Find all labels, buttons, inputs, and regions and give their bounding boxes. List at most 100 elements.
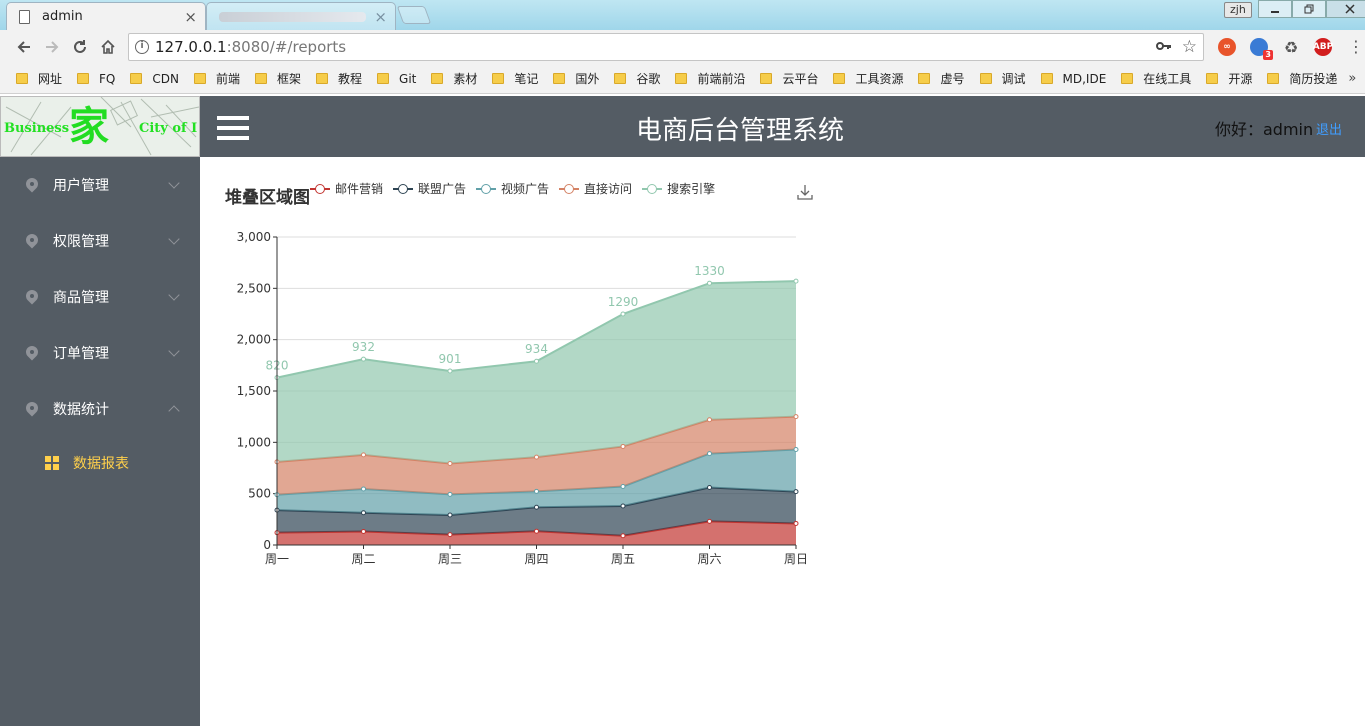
bookmark-folder[interactable]: 前端 [193, 70, 240, 87]
bookmark-folder[interactable]: CDN [130, 72, 179, 86]
reload-icon [74, 40, 86, 53]
home-icon [101, 39, 115, 54]
bookmark-folder[interactable]: 调试 [979, 70, 1026, 87]
logout-link[interactable]: 退出 [1316, 119, 1342, 138]
bookmark-folder[interactable]: 素材 [431, 70, 477, 87]
logo: Business 家 City of I [0, 96, 200, 157]
folder-icon [675, 73, 688, 84]
legend-item[interactable]: 联盟广告 [393, 180, 466, 197]
logo-text-right: City of I [139, 121, 198, 136]
bookmark-folder[interactable]: Git [377, 72, 416, 86]
data-point [534, 504, 539, 510]
data-point [707, 518, 712, 524]
bookmark-folder[interactable]: 开源 [1206, 70, 1252, 87]
key-icon[interactable] [1155, 39, 1172, 55]
folder-icon [1267, 73, 1280, 84]
address-bar[interactable]: i 127.0.0.1 :8080/#/reports ☆ [128, 33, 1204, 61]
menu-toggle-button[interactable] [217, 116, 249, 140]
arrow-right-icon [46, 41, 59, 53]
info-icon[interactable]: i [135, 40, 149, 54]
data-point [447, 368, 453, 374]
bookmark-folder[interactable]: FQ [77, 72, 115, 86]
bookmark-folder[interactable]: 框架 [255, 70, 301, 87]
minimize-button[interactable] [1258, 0, 1292, 18]
chevron-down-icon [168, 233, 180, 245]
bookmark-label: 教程 [338, 72, 363, 86]
legend-item[interactable]: 搜索引擎 [642, 180, 715, 197]
location-pin-icon [25, 178, 39, 192]
restore-button[interactable] [1292, 0, 1326, 18]
tab-close-icon[interactable]: × [374, 8, 387, 26]
extension-infinity-icon[interactable]: ∞ [1218, 38, 1236, 56]
y-tick-label: 2,000 [237, 333, 271, 347]
folder-icon [77, 73, 90, 84]
extension-recycle-icon[interactable]: ♻ [1282, 38, 1300, 57]
browser-tab-active[interactable]: admin × [6, 2, 206, 30]
folder-icon [979, 73, 992, 84]
legend-item[interactable]: 视频广告 [476, 180, 549, 197]
sidebar-item-permissions[interactable]: 权限管理 [0, 213, 200, 269]
bookmark-folder[interactable]: 教程 [316, 70, 362, 87]
data-label: 934 [525, 342, 548, 356]
sidebar-item-users[interactable]: 用户管理 [0, 157, 200, 213]
bookmark-folder[interactable]: 简历投递 [1267, 70, 1337, 87]
bookmark-folder[interactable]: 虚号 [918, 70, 965, 87]
bookmark-folder[interactable]: MD,IDE [1040, 72, 1106, 86]
data-point [793, 278, 799, 284]
url-path: :8080/#/reports [226, 38, 347, 56]
data-label: 932 [352, 340, 375, 354]
minimize-icon [1271, 11, 1279, 13]
bookmark-label: Git [399, 71, 417, 86]
bookmark-folder[interactable]: 谷歌 [614, 70, 660, 87]
blurred-tab-title [219, 11, 367, 22]
bookmark-folder[interactable]: 工具资源 [833, 70, 903, 87]
sidebar-item-label: 订单管理 [53, 346, 109, 362]
bookmark-folder[interactable]: 笔记 [492, 70, 538, 87]
browser-tab-inactive[interactable]: × [206, 2, 396, 30]
profile-badge[interactable]: zjh [1224, 2, 1252, 18]
bookmark-folder[interactable]: 网址 [16, 70, 62, 87]
legend-item[interactable]: 直接访问 [559, 180, 632, 197]
data-point [361, 510, 366, 516]
folder-icon [316, 73, 329, 84]
bookmark-folder[interactable]: 在线工具 [1121, 70, 1191, 87]
legend-item[interactable]: 邮件营销 [310, 180, 383, 197]
data-point [620, 503, 626, 509]
back-button[interactable] [10, 33, 38, 61]
location-pin-icon [25, 290, 39, 304]
tab-close-icon[interactable]: × [184, 8, 197, 26]
sidebar-item-statistics[interactable]: 数据统计 [0, 381, 200, 437]
data-point [361, 486, 366, 492]
sidebar-subitem-reports[interactable]: 数据报表 [0, 435, 200, 491]
browser-menu-icon[interactable]: ⋮ [1348, 39, 1364, 55]
sidebar: 用户管理 权限管理 商品管理 订单管理 数据统计 数据报表 [0, 157, 200, 726]
reload-button[interactable] [66, 33, 94, 61]
bookmarks-overflow-icon[interactable]: » [1348, 71, 1356, 86]
bookmark-folder[interactable]: 国外 [553, 70, 599, 87]
sidebar-item-orders[interactable]: 订单管理 [0, 325, 200, 381]
forward-button[interactable] [38, 33, 66, 61]
bookmark-label: CDN [152, 71, 179, 86]
legend-marker [642, 183, 663, 195]
extension-globe-icon[interactable]: 3 [1250, 38, 1273, 60]
bookmark-label: 谷歌 [636, 72, 661, 86]
download-icon[interactable] [797, 184, 813, 200]
extension-adblock-icon[interactable]: ABP [1313, 38, 1333, 56]
data-point [361, 452, 366, 458]
bookmark-folder[interactable]: 前端前沿 [675, 70, 745, 87]
sidebar-item-goods[interactable]: 商品管理 [0, 269, 200, 325]
sidebar-subitem-label: 数据报表 [73, 456, 129, 472]
bookmark-label: 简历投递 [1289, 72, 1338, 86]
main-content: 堆叠区域图 邮件营销 联盟广告 视频广告 直接访问 搜索引擎 0 500 1,000 1,50… [200, 157, 1365, 726]
bookmark-star-icon[interactable]: ☆ [1182, 37, 1197, 57]
data-point [620, 533, 626, 539]
y-tick-label: 1,000 [237, 435, 271, 449]
bookmark-folder[interactable]: 云平台 [760, 70, 818, 87]
new-tab-button[interactable] [396, 6, 432, 24]
folder-icon [833, 73, 846, 84]
close-window-button[interactable] [1326, 0, 1365, 18]
folder-icon [553, 73, 566, 84]
x-tick-label: 周二 [351, 552, 375, 566]
folder-icon [193, 73, 206, 84]
home-button[interactable] [94, 33, 122, 61]
